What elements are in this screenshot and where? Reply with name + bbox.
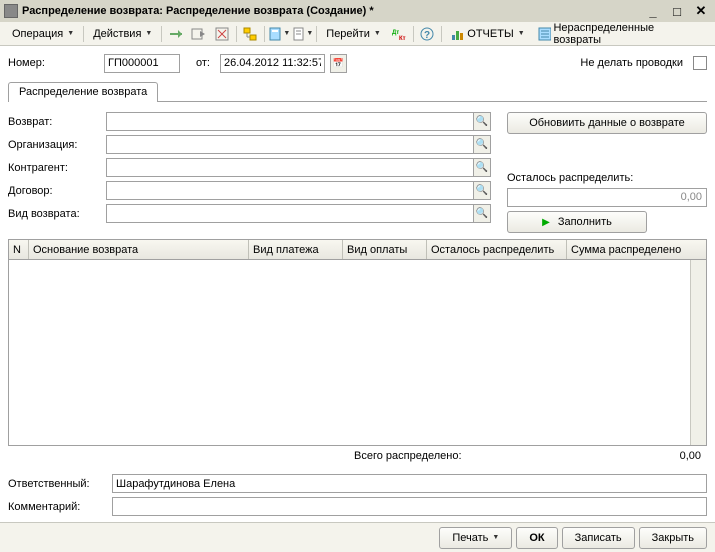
actions-label: Действия [93, 28, 141, 40]
window-icon [4, 4, 18, 18]
print-label: Печать [452, 532, 488, 544]
titlebar: Распределение возврата: Распределение во… [0, 0, 715, 22]
chevron-down-icon: ▼ [145, 30, 152, 37]
dtkt-button[interactable]: ДтКт [388, 24, 410, 44]
lookup-icon[interactable]: 🔍 [473, 136, 490, 153]
tab-strip: Распределение возврата [8, 82, 707, 102]
org-label: Организация: [8, 139, 102, 151]
actions-menu[interactable]: Действия ▼ [87, 24, 158, 44]
svg-text:Кт: Кт [399, 36, 406, 41]
number-input[interactable] [104, 54, 180, 73]
totals-label: Всего распределено: [14, 450, 462, 462]
no-posting-checkbox[interactable] [693, 56, 707, 70]
remain-label: Осталось распределить: [507, 172, 707, 184]
lookup-icon[interactable]: 🔍 [473, 113, 490, 130]
chevron-down-icon: ▼ [374, 30, 381, 37]
type-input[interactable] [107, 205, 473, 222]
fill-label: Заполнить [558, 216, 612, 228]
contragent-label: Контрагент: [8, 162, 102, 174]
chevron-down-icon: ▼ [306, 30, 313, 37]
separator [413, 26, 414, 42]
list-icon [538, 27, 552, 41]
separator [161, 26, 162, 42]
goto-menu[interactable]: Перейти ▼ [320, 24, 387, 44]
separator [316, 26, 317, 42]
remain-value: 0,00 [507, 188, 707, 207]
post-button[interactable] [165, 24, 187, 44]
contract-input[interactable] [107, 182, 473, 199]
lookup-icon[interactable]: 🔍 [473, 205, 490, 222]
reports-label: ОТЧЕТЫ [467, 28, 513, 40]
tab-label: Распределение возврата [19, 86, 147, 98]
lookup-icon[interactable]: 🔍 [473, 159, 490, 176]
chevron-down-icon: ▼ [283, 30, 290, 37]
chevron-down-icon: ▼ [492, 534, 499, 541]
org-input[interactable] [107, 136, 473, 153]
select-button[interactable]: ▼ [268, 24, 290, 44]
close-button[interactable]: Закрыть [639, 527, 707, 549]
undistributed-label: Нераспределенные возвраты [553, 22, 703, 46]
number-label: Номер: [8, 57, 98, 69]
contract-label: Договор: [8, 185, 102, 197]
col-n[interactable]: N [9, 240, 29, 259]
scrollbar-vertical[interactable] [690, 260, 706, 445]
return-input[interactable] [107, 113, 473, 130]
return-label: Возврат: [8, 116, 102, 128]
fill-button[interactable]: ▶ Заполнить [507, 211, 647, 233]
svg-text:?: ? [424, 30, 430, 41]
print-button[interactable]: Печать ▼ [439, 527, 512, 549]
from-label: от: [196, 57, 210, 69]
separator [264, 26, 265, 42]
lookup-icon[interactable]: 🔍 [473, 182, 490, 199]
distribution-grid[interactable]: N Основание возврата Вид платежа Вид опл… [8, 239, 707, 446]
tab-distribution[interactable]: Распределение возврата [8, 82, 158, 102]
footer-bar: Печать ▼ ОК Записать Закрыть [0, 522, 715, 552]
chevron-down-icon: ▼ [518, 30, 525, 37]
responsible-label: Ответственный: [8, 478, 108, 490]
undistributed-button[interactable]: Нераспределенные возвраты [532, 24, 709, 44]
grid-header: N Основание возврата Вид платежа Вид опл… [9, 240, 706, 260]
col-paytype[interactable]: Вид платежа [249, 240, 343, 259]
comment-label: Комментарий: [8, 501, 108, 513]
save-button[interactable]: Записать [562, 527, 635, 549]
structure-button[interactable] [240, 24, 262, 44]
chevron-down-icon: ▼ [67, 30, 74, 37]
play-icon: ▶ [542, 217, 550, 228]
comment-input[interactable] [112, 497, 707, 516]
calendar-icon[interactable]: 📅 [330, 54, 347, 73]
type-label: Вид возврата: [8, 208, 102, 220]
post-close-button[interactable] [188, 24, 210, 44]
responsible-input[interactable] [112, 474, 707, 493]
help-button[interactable]: ? [417, 24, 439, 44]
no-posting-label: Не делать проводки [580, 57, 683, 69]
separator [441, 26, 442, 42]
separator [236, 26, 237, 42]
chart-icon [451, 27, 465, 41]
maximize-button[interactable]: □ [667, 3, 687, 19]
operation-menu[interactable]: Операция ▼ [6, 24, 80, 44]
close-window-button[interactable]: ✕ [691, 3, 711, 19]
refresh-return-button[interactable]: Обновиить данные о возврате [507, 112, 707, 134]
unpost-button[interactable] [211, 24, 233, 44]
window-title: Распределение возврата: Распределение во… [22, 5, 639, 17]
main-toolbar: Операция ▼ Действия ▼ ▼ ▼ Перейти ▼ ДтКт… [0, 22, 715, 46]
totals-value: 0,00 [591, 450, 701, 462]
grid-body[interactable] [9, 260, 690, 445]
contragent-input[interactable] [107, 159, 473, 176]
goto-label: Перейти [326, 28, 370, 40]
col-base[interactable]: Основание возврата [29, 240, 249, 259]
reports-menu[interactable]: ОТЧЕТЫ ▼ [445, 24, 530, 44]
date-input[interactable] [220, 54, 325, 73]
col-sum[interactable]: Сумма распределено [567, 240, 706, 259]
col-paymethod[interactable]: Вид оплаты [343, 240, 427, 259]
report-button[interactable]: ▼ [291, 24, 313, 44]
operation-label: Операция [12, 28, 63, 40]
ok-button[interactable]: ОК [516, 527, 557, 549]
minimize-button[interactable]: _ [643, 3, 663, 19]
separator [83, 26, 84, 42]
col-remain[interactable]: Осталось распределить [427, 240, 567, 259]
